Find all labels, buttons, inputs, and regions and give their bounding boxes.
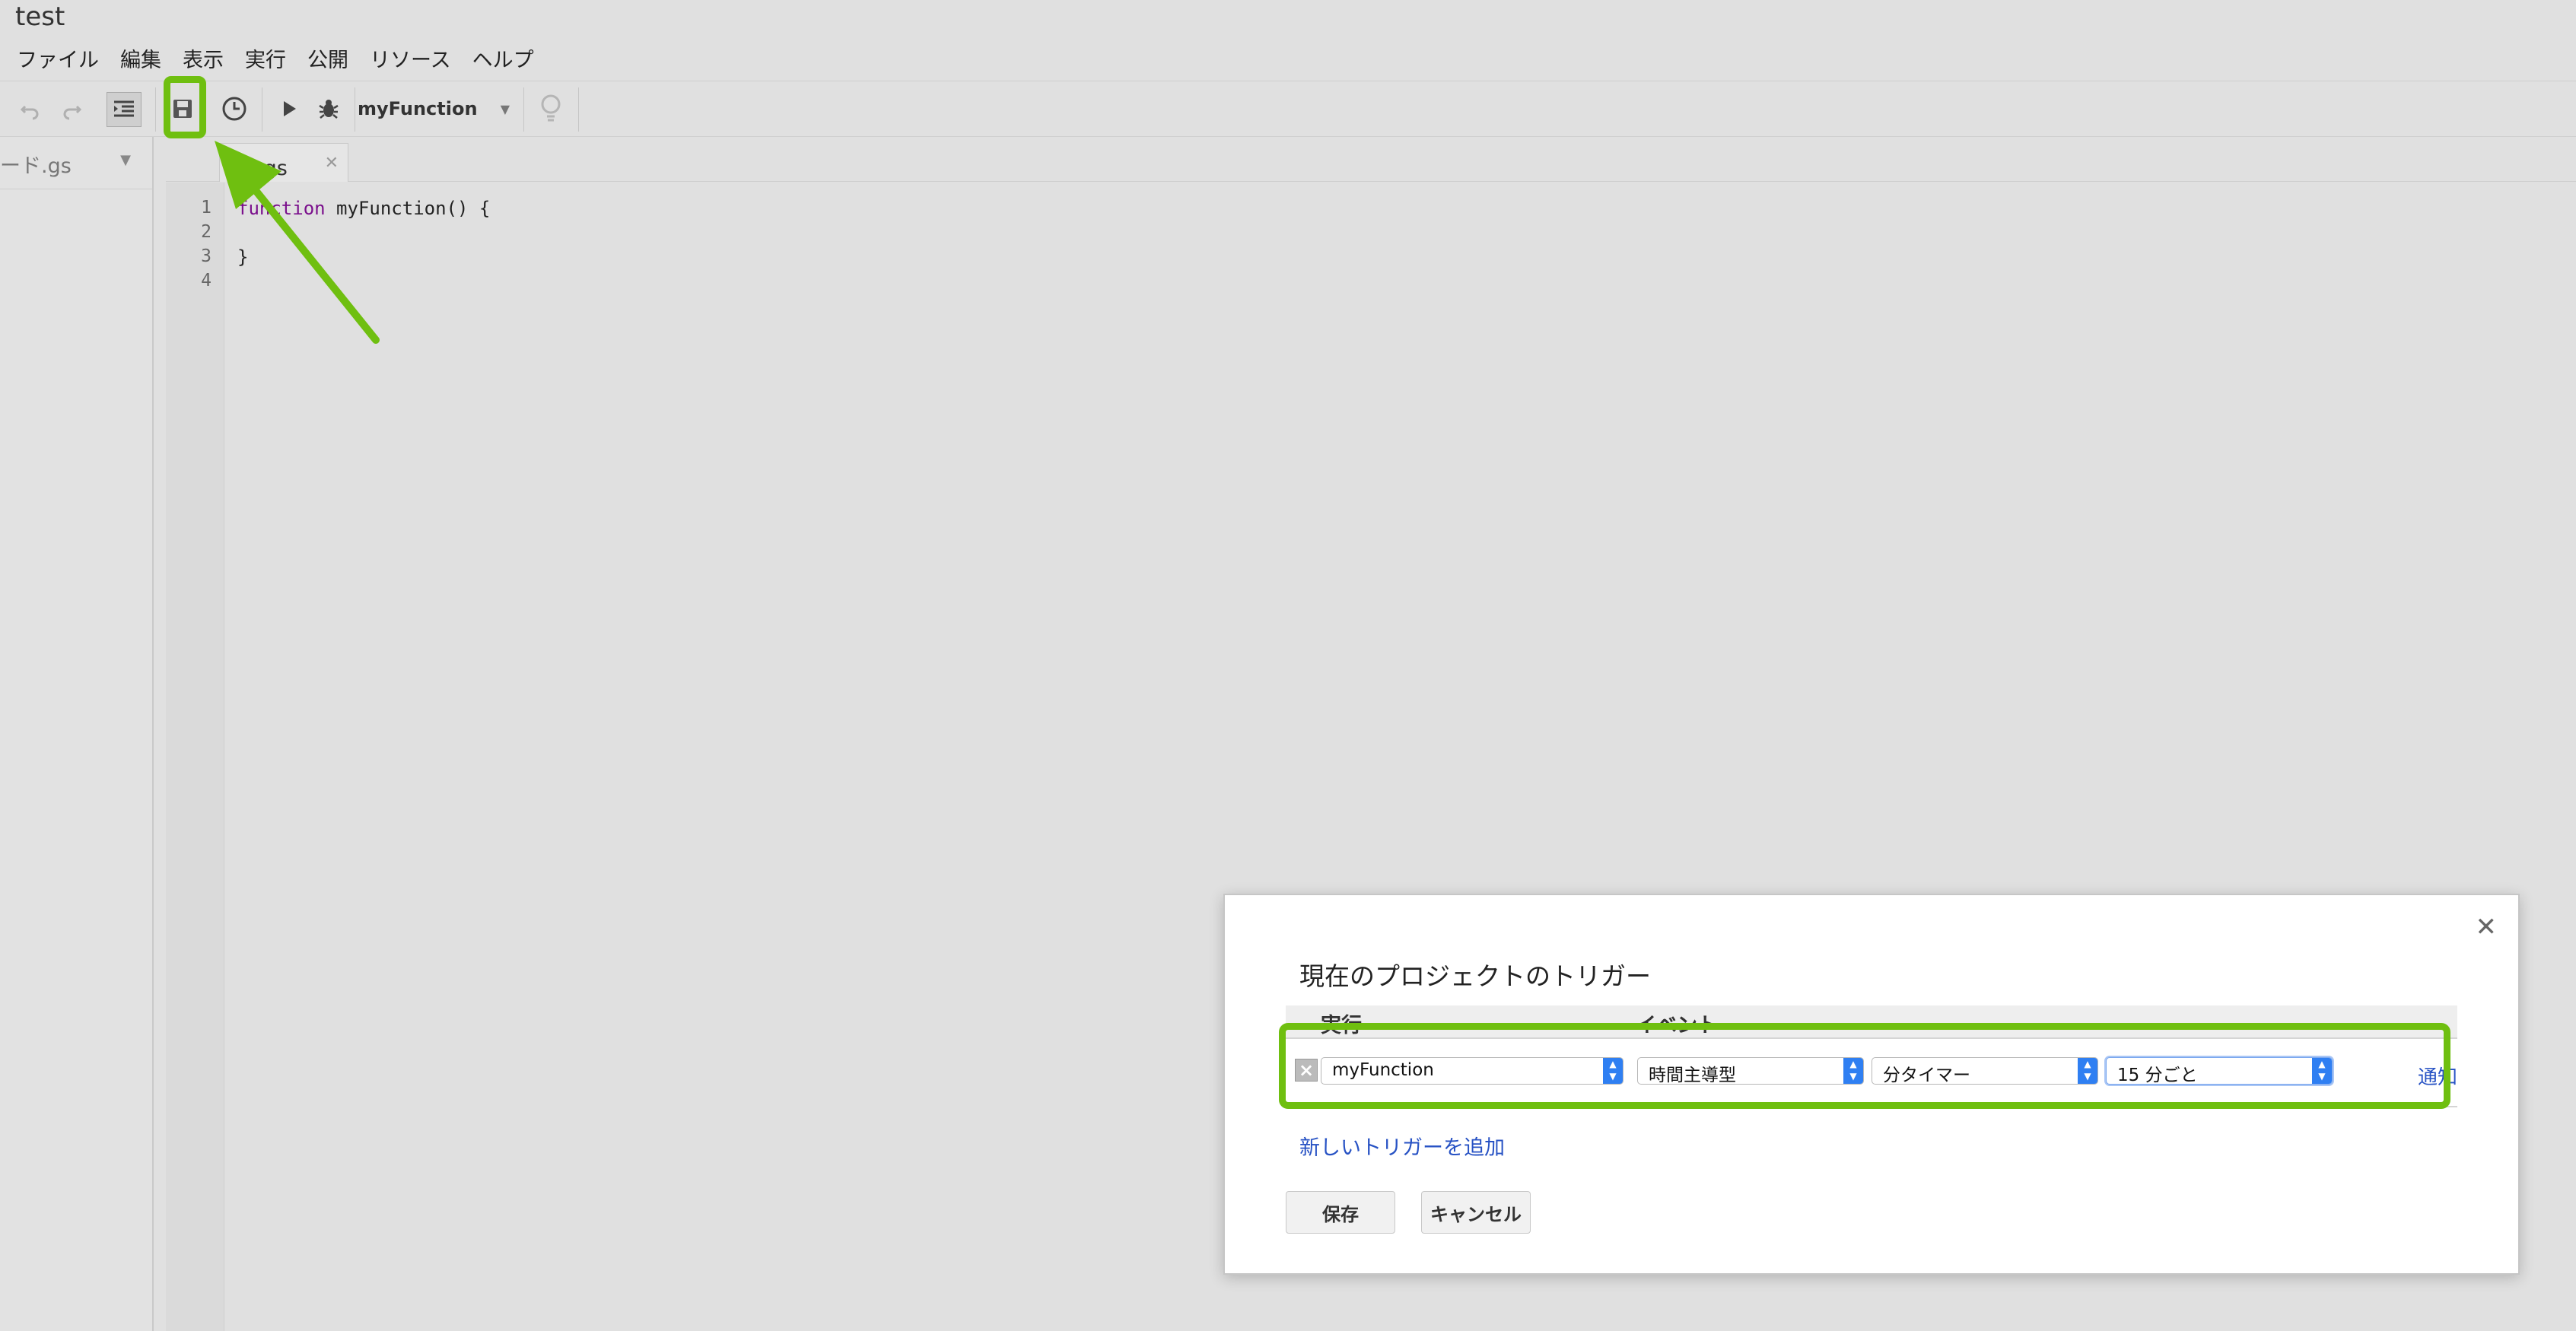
- file-panel: ード.gs ▼: [0, 137, 154, 1331]
- menu-run[interactable]: 実行: [245, 43, 286, 73]
- editor-tab-strip: ド.gs ✕: [166, 137, 2576, 182]
- function-select-value: myFunction: [358, 98, 478, 119]
- menu-view[interactable]: 表示: [183, 43, 224, 73]
- menu-publish[interactable]: 公開: [307, 43, 348, 73]
- chevron-down-icon[interactable]: ▼: [120, 152, 131, 168]
- triggers-dialog: ✕ 現在のプロジェクトのトリガー 実行 イベント × myFunction ▲ ▼…: [1223, 894, 2520, 1275]
- menu-file[interactable]: ファイル: [17, 43, 99, 73]
- chevron-down-icon: ▼: [500, 101, 510, 116]
- menu-bar: ファイル 編集 表示 実行 公開 リソース ヘルプ: [0, 40, 539, 76]
- lightbulb-icon[interactable]: [534, 92, 568, 125]
- menu-resources[interactable]: リソース: [370, 43, 451, 73]
- file-list-name: ード.gs: [0, 154, 72, 178]
- add-trigger-link[interactable]: 新しいトリガーを追加: [1299, 1131, 1505, 1161]
- save-highlight-box: [164, 76, 206, 138]
- undo-icon[interactable]: [14, 92, 47, 125]
- close-icon[interactable]: ✕: [2476, 912, 2498, 942]
- run-icon[interactable]: [272, 92, 306, 125]
- triggers-clock-icon[interactable]: [218, 92, 251, 125]
- dialog-title: 現在のプロジェクトのトリガー: [1299, 961, 1651, 991]
- redo-icon[interactable]: [55, 92, 88, 125]
- debug-bug-icon[interactable]: [312, 92, 345, 125]
- toolbar: myFunction ▼: [0, 81, 2576, 137]
- line-number-gutter: 1 2 3 4: [166, 183, 224, 1331]
- file-list-item[interactable]: ード.gs ▼: [0, 137, 152, 189]
- indent-icon[interactable]: [107, 92, 142, 127]
- function-select[interactable]: myFunction ▼: [358, 92, 510, 125]
- menu-edit[interactable]: 編集: [120, 43, 161, 73]
- document-title[interactable]: test: [15, 2, 65, 32]
- trigger-row-highlight-box: [1279, 1023, 2450, 1109]
- cancel-button[interactable]: キャンセル: [1421, 1191, 1531, 1234]
- save-button[interactable]: 保存: [1286, 1191, 1395, 1234]
- menu-help[interactable]: ヘルプ: [472, 43, 534, 73]
- annotation-arrow-icon: [215, 141, 380, 344]
